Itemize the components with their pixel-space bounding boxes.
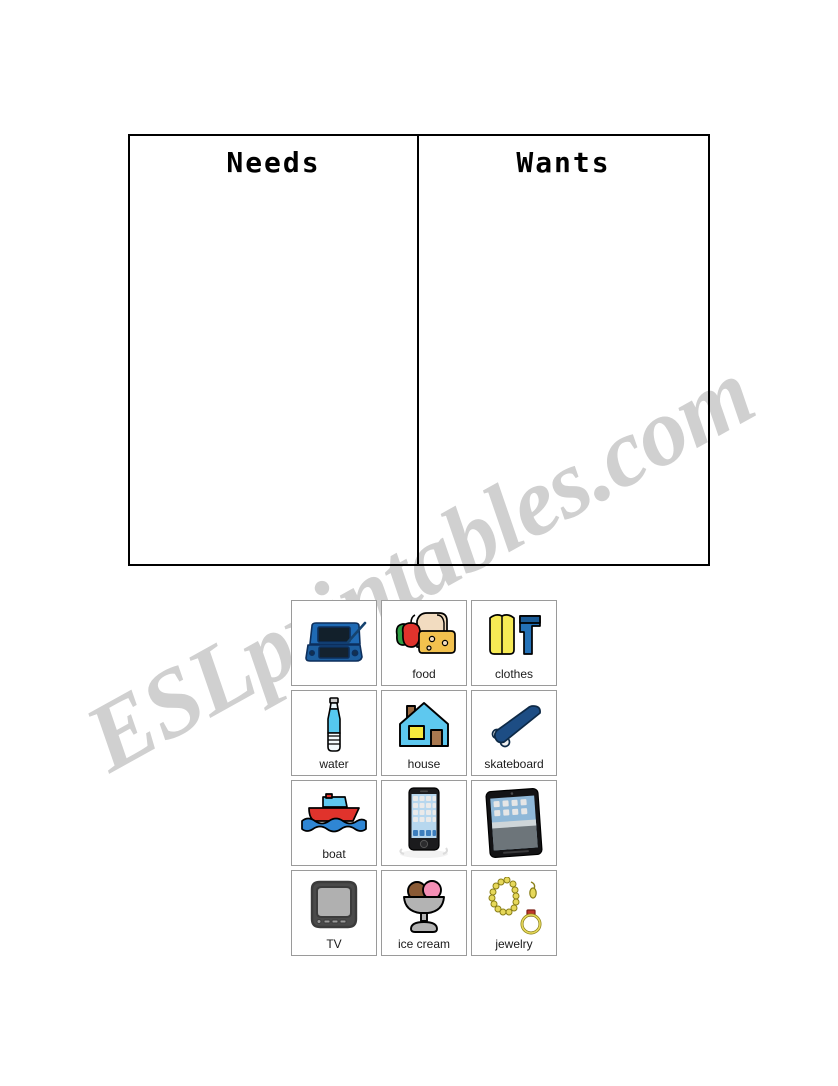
picture-card[interactable] <box>381 780 467 866</box>
picture-card-label: food <box>412 667 436 681</box>
picture-card-label: house <box>407 757 441 771</box>
picture-card[interactable]: boat <box>291 780 377 866</box>
picture-card[interactable]: water <box>291 690 377 776</box>
needs-column[interactable]: Needs <box>130 136 419 564</box>
picture-card-label: water <box>319 757 349 771</box>
boat-icon <box>292 781 376 848</box>
worksheet-page: ESLprintables.com Needs Wants food cloth… <box>0 0 838 1086</box>
picture-card-label: TV <box>326 937 342 951</box>
clothes-icon <box>472 601 556 668</box>
game-console-icon <box>292 601 376 685</box>
wants-column-header: Wants <box>516 146 611 179</box>
needs-column-dropzone[interactable] <box>130 179 417 607</box>
picture-card[interactable] <box>471 780 557 866</box>
jewelry-icon <box>472 871 556 938</box>
picture-card-label: clothes <box>494 667 534 681</box>
tablet-icon <box>472 781 556 865</box>
picture-card[interactable]: jewelry <box>471 870 557 956</box>
picture-card[interactable]: house <box>381 690 467 776</box>
picture-card[interactable]: skateboard <box>471 690 557 776</box>
picture-card[interactable]: clothes <box>471 600 557 686</box>
picture-card-label: ice cream <box>397 937 450 951</box>
picture-card[interactable]: food <box>381 600 467 686</box>
picture-card-label: skateboard <box>484 757 544 771</box>
wants-column[interactable]: Wants <box>419 136 708 564</box>
picture-card-grid: food clothes water house skateboard boat… <box>291 600 559 956</box>
tv-icon <box>292 871 376 938</box>
picture-card[interactable]: ice cream <box>381 870 467 956</box>
water-bottle-icon <box>292 691 376 758</box>
picture-card[interactable] <box>291 600 377 686</box>
needs-wants-sorting-table: Needs Wants <box>128 134 710 566</box>
skateboard-icon <box>472 691 556 758</box>
picture-card-label: boat <box>322 847 346 861</box>
picture-card-label: jewelry <box>495 937 533 951</box>
food-icon <box>382 601 466 668</box>
ice-cream-icon <box>382 871 466 938</box>
picture-card[interactable]: TV <box>291 870 377 956</box>
house-icon <box>382 691 466 758</box>
wants-column-dropzone[interactable] <box>419 179 708 607</box>
smartphone-icon <box>382 781 466 865</box>
needs-column-header: Needs <box>226 146 321 179</box>
